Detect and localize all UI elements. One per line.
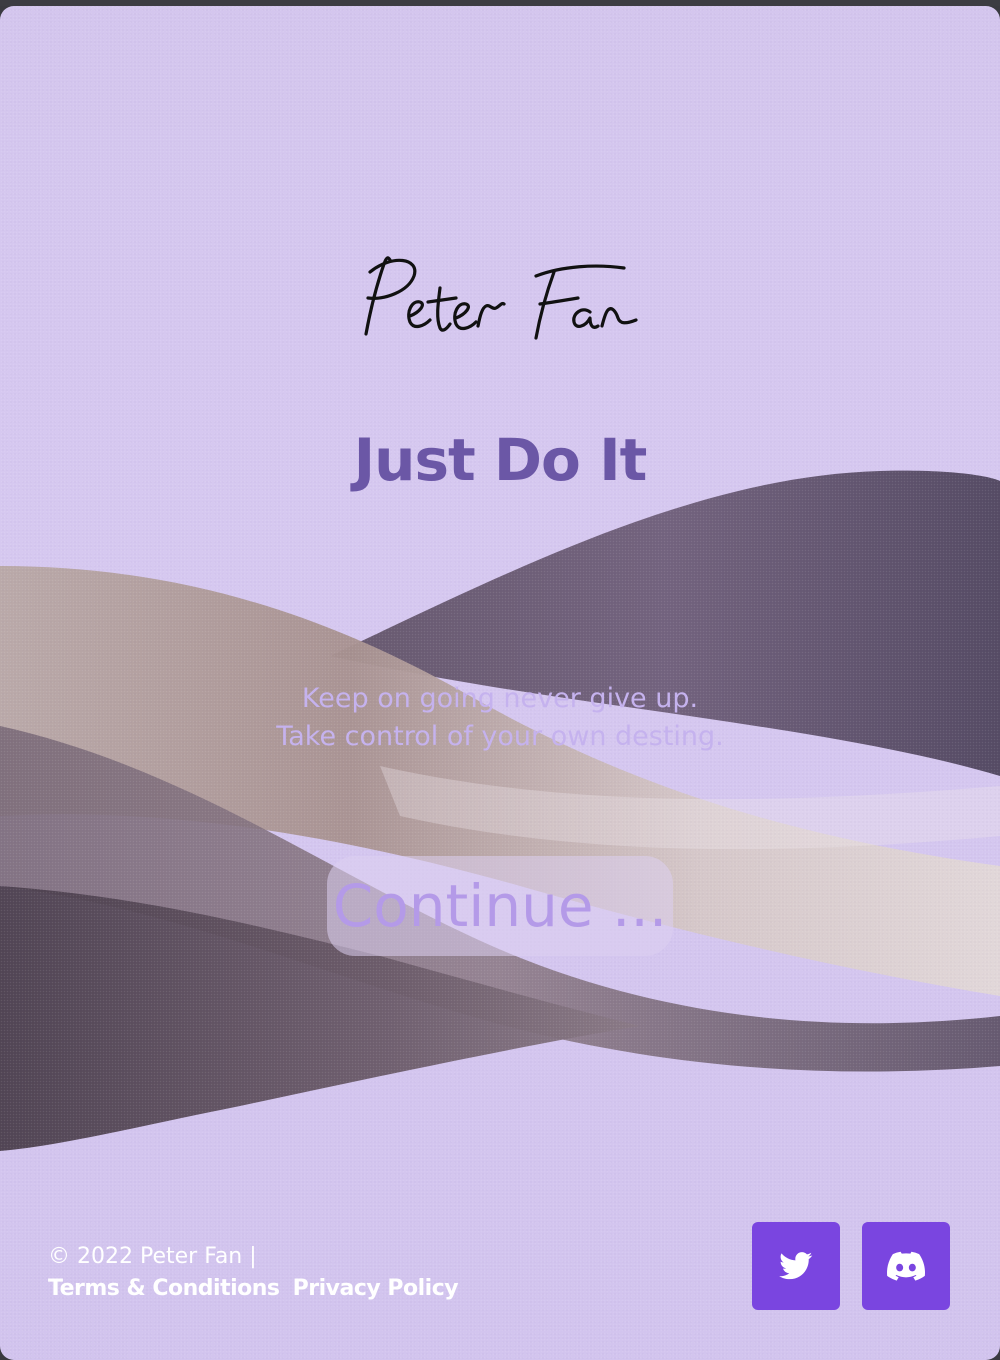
privacy-policy-link[interactable]: Privacy Policy: [293, 1276, 459, 1301]
twitter-icon: [779, 1252, 813, 1280]
landing-card: Just Do It Keep on going never give up. …: [0, 6, 1000, 1360]
twitter-button[interactable]: [752, 1222, 840, 1310]
headline: Just Do It: [353, 426, 648, 494]
footer: © 2022 Peter Fan | Terms & Conditions Pr…: [48, 1242, 466, 1301]
discord-button[interactable]: [862, 1222, 950, 1310]
tagline-line-1: Keep on going never give up.: [301, 683, 699, 714]
terms-link[interactable]: Terms & Conditions: [48, 1276, 280, 1301]
continue-button[interactable]: Continue ...: [327, 856, 673, 956]
copyright-text: © 2022 Peter Fan |: [48, 1244, 257, 1269]
tagline: Keep on going never give up. Take contro…: [0, 680, 1000, 756]
discord-icon: [887, 1251, 925, 1281]
peter-fan-signature-logo[interactable]: [340, 242, 660, 362]
tagline-line-2: Take control of your own desting.: [276, 721, 724, 752]
footer-links: Terms & Conditions Privacy Policy: [48, 1276, 466, 1301]
